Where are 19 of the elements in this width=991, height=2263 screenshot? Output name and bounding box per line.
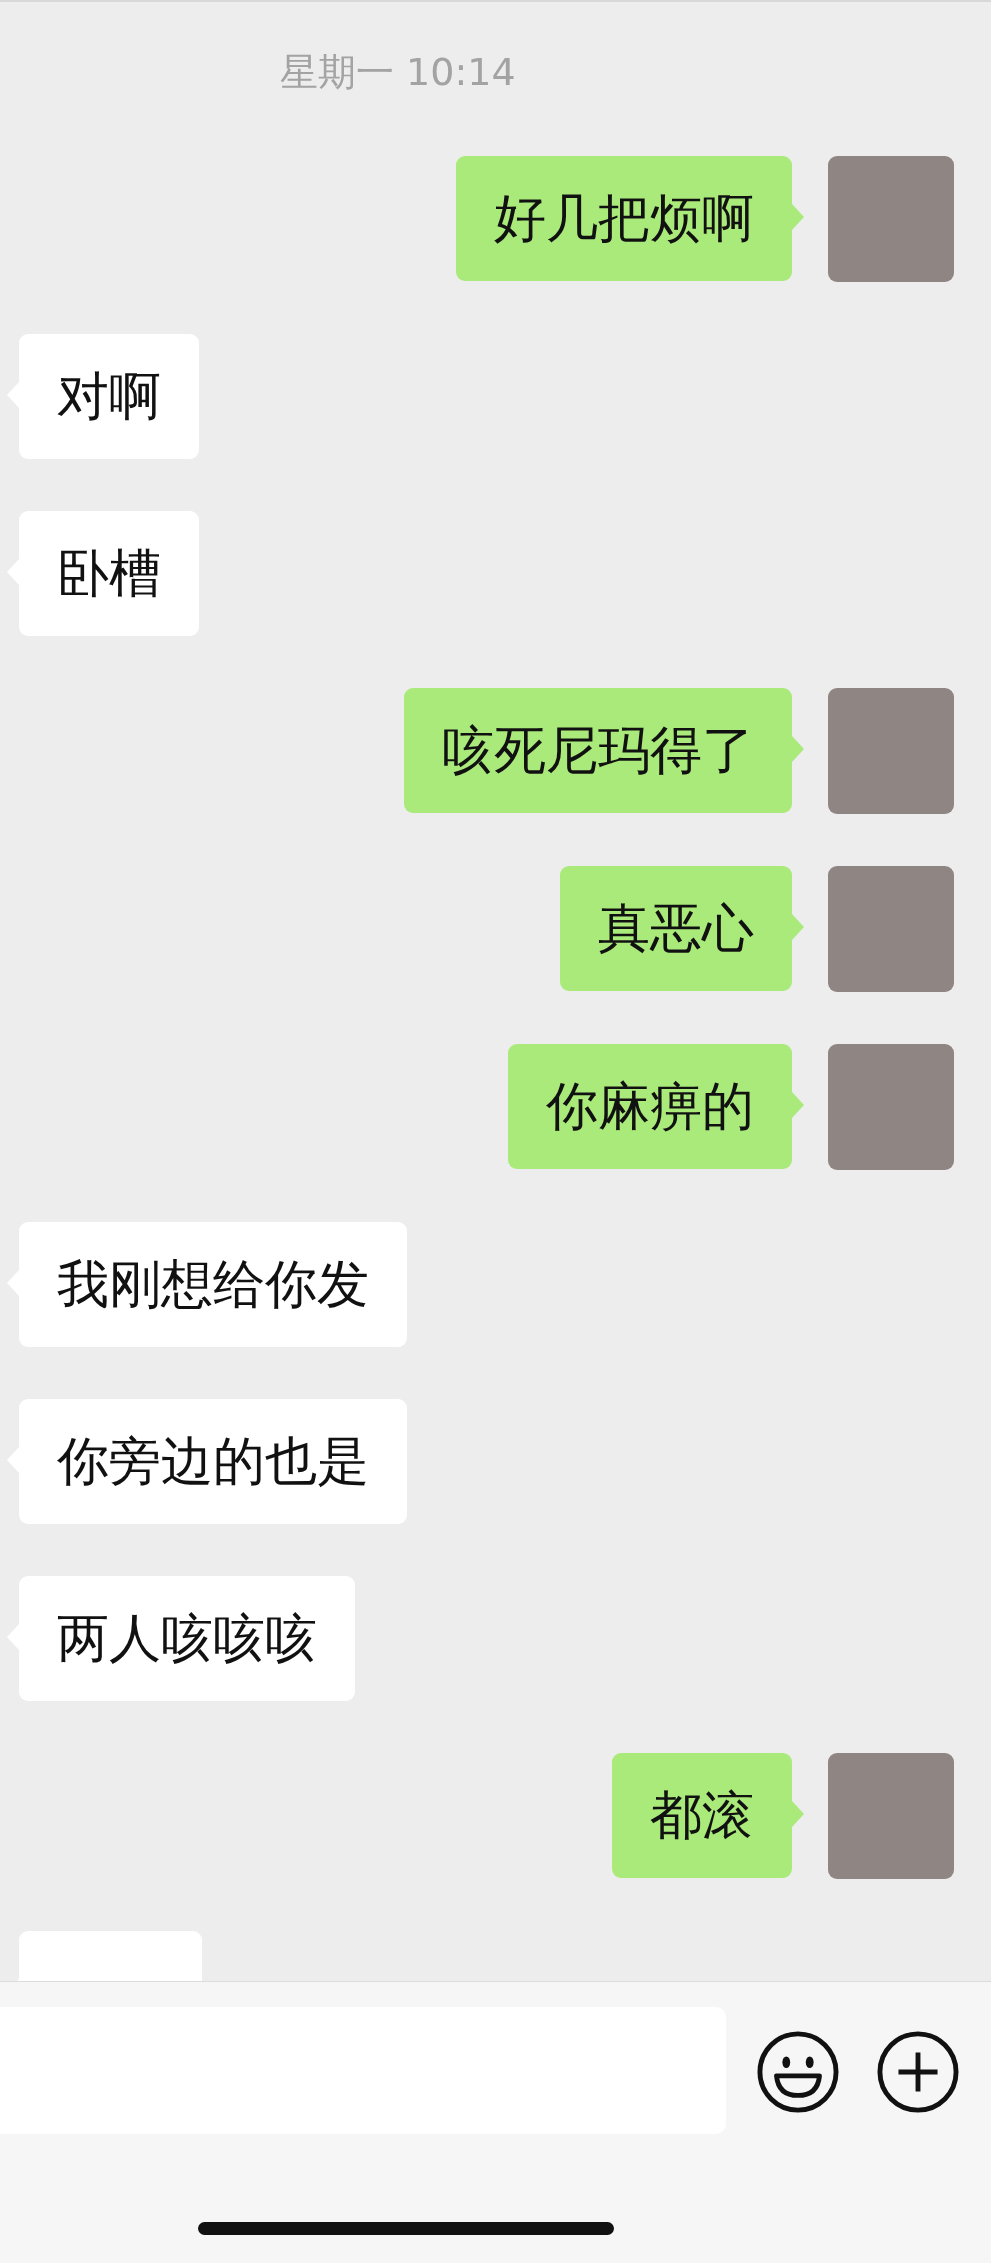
emoji-icon[interactable] xyxy=(757,2031,839,2113)
avatar-photo-placeholder[interactable] xyxy=(828,866,954,992)
message-bubble: 真恶心 xyxy=(560,866,792,991)
home-indicator[interactable] xyxy=(198,2222,614,2235)
message-bubble: 好几把烦啊 xyxy=(456,156,792,281)
message-bubble: 都滚 xyxy=(612,1753,792,1878)
message-bubble: 两人咳咳咳 xyxy=(19,1576,355,1701)
avatar-photo-placeholder[interactable] xyxy=(828,688,954,814)
avatar-photo-placeholder[interactable] xyxy=(828,156,954,282)
message-bubble: 我刚想给你发 xyxy=(19,1222,407,1347)
message-bubble: 卧槽 xyxy=(19,511,199,636)
message-bubble: 你麻痹的 xyxy=(508,1044,792,1169)
message-bubble: 你旁边的也是 xyxy=(19,1399,407,1524)
avatar-photo-placeholder[interactable] xyxy=(828,1044,954,1170)
message-bubble: 对啊 xyxy=(19,334,199,459)
plus-icon[interactable] xyxy=(877,2031,959,2113)
avatar-photo-placeholder[interactable] xyxy=(828,1753,954,1879)
message-bubble: 咳死尼玛得了 xyxy=(404,688,792,813)
timestamp: 星期一 10:14 xyxy=(280,49,516,96)
